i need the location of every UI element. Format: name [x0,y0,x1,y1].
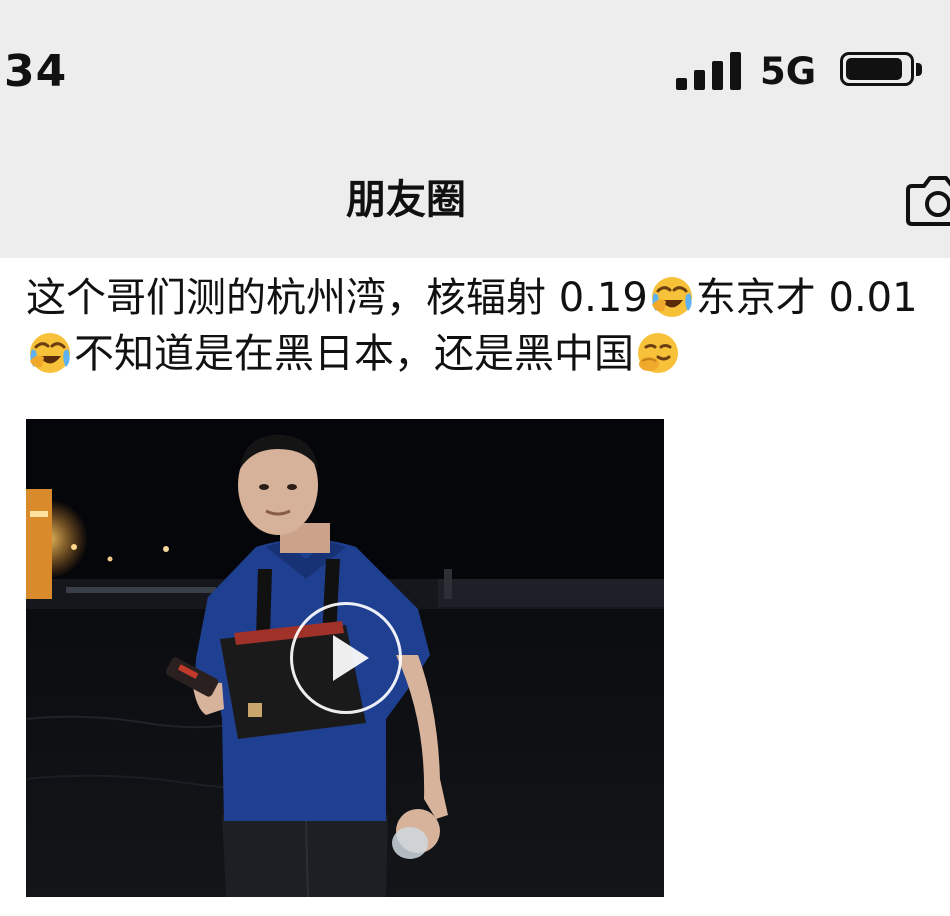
play-button[interactable] [290,602,402,714]
battery-icon [840,52,914,86]
laugh-cry-emoji-icon [30,333,70,373]
network-type: 5G [760,50,817,93]
camera-icon [906,176,950,226]
post-text-part-2: 东京才 0.01 [695,275,918,321]
status-time: 34 [4,46,68,97]
post-text-part-3: 不知道是在黑日本，还是黑中国 [74,331,634,377]
video-thumbnail[interactable] [26,419,664,897]
nav-bar: 朋友圈 [0,130,950,258]
smirk-face-emoji-icon [638,333,678,373]
battery-cap [916,63,922,76]
post-text: 这个哥们测的杭州湾，核辐射 0.19 东京才 0.01 不知道是在黑日本，还是黑… [26,270,936,382]
post-text-part-1: 这个哥们测的杭州湾，核辐射 0.19 [26,275,648,321]
camera-button[interactable] [906,170,950,230]
page-title: 朋友圈 [346,177,466,223]
battery-level [846,58,902,80]
laugh-cry-emoji-icon [651,277,692,317]
signal-strength-icon [676,52,742,90]
status-bar: 34 5G [0,0,950,130]
play-icon [333,635,369,681]
